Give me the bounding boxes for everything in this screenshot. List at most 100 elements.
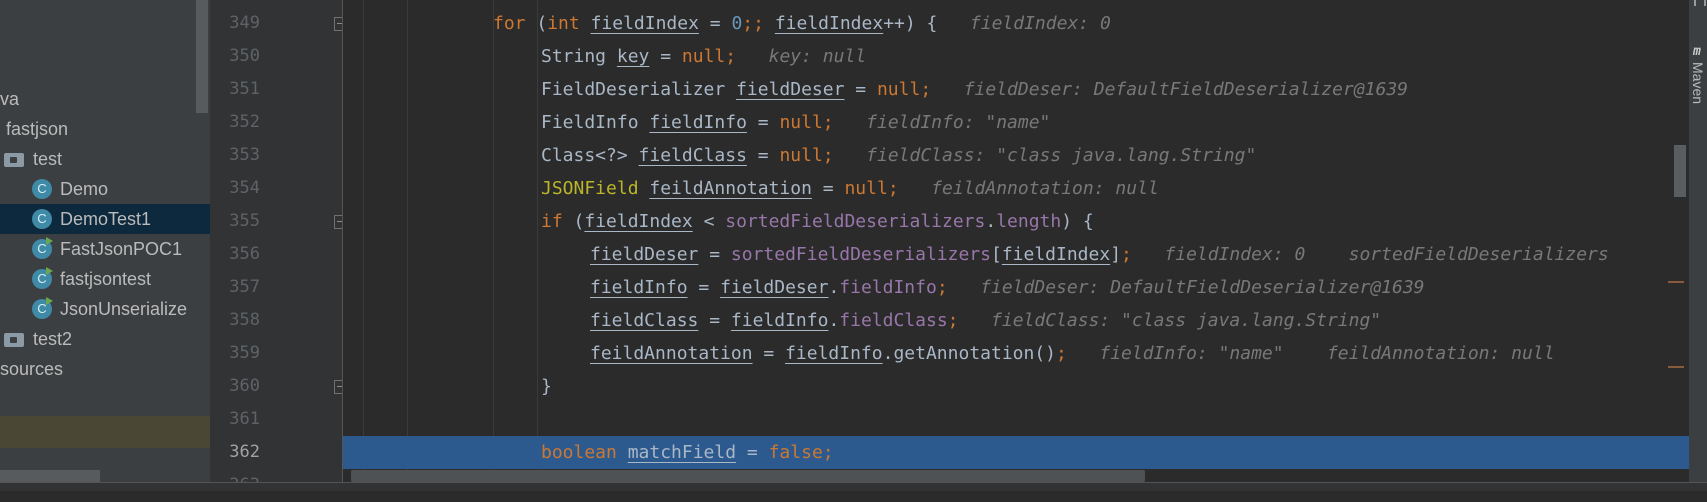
- editor-vertical-scrollbar[interactable]: [1674, 145, 1686, 197]
- line-number[interactable]: 353: [210, 139, 260, 172]
- code-line[interactable]: FieldDeserializer fieldDeser = null; fie…: [343, 73, 1689, 106]
- code-line[interactable]: for (int fieldIndex = 0;; fieldIndex++) …: [343, 7, 1689, 40]
- tree-item-test[interactable]: test: [0, 144, 210, 174]
- code-token: 0: [731, 13, 743, 34]
- tree-item-label: test: [33, 149, 63, 169]
- tree-item-jsonunserialize[interactable]: C JsonUnserialize: [0, 294, 210, 324]
- line-number[interactable]: 358: [210, 304, 260, 337]
- code-token: ;: [822, 442, 834, 463]
- tool-window-icon[interactable]: [1694, 0, 1706, 6]
- line-number[interactable]: 354: [210, 172, 260, 205]
- code-token: matchField: [627, 442, 737, 463]
- error-stripe-mark[interactable]: [1668, 281, 1684, 283]
- code-token: =: [698, 310, 731, 331]
- tree-item-demotest1[interactable]: C DemoTest1: [0, 204, 210, 234]
- line-number[interactable]: 350: [210, 40, 260, 73]
- tree-vertical-scrollbar[interactable]: [196, 0, 208, 113]
- code-token: =: [844, 79, 877, 100]
- line-number[interactable]: 351: [210, 73, 260, 106]
- line-number[interactable]: 352: [210, 106, 260, 139]
- code-token: sortedFieldDeserializers: [725, 211, 986, 232]
- tree-item-fastjsontest[interactable]: Cfastjsontest: [0, 264, 210, 294]
- code-token: null: [779, 112, 823, 133]
- run-marker-icon: [46, 237, 53, 245]
- line-number[interactable]: 360: [210, 370, 260, 403]
- code-token: =: [746, 145, 780, 166]
- inline-debug-value: feildAnnotation: null: [931, 178, 1159, 199]
- code-token: ;: [920, 79, 932, 100]
- tree-item-fastjson[interactable]: fastjson: [0, 114, 210, 144]
- tree-item-fastjsonpoc1[interactable]: C FastJsonPOC1: [0, 234, 210, 264]
- code-token: (: [536, 13, 548, 34]
- folder-icon: [4, 333, 24, 347]
- code-token: length: [996, 211, 1062, 232]
- tree-item-label: fastjson: [6, 119, 69, 139]
- code-token: ) {: [1061, 211, 1094, 232]
- line-number[interactable]: 362: [210, 436, 260, 469]
- inline-debug-value: fieldIndex: 0 sortedFieldDeserializers: [1164, 244, 1609, 265]
- code-token: if: [541, 211, 574, 232]
- tree-item-sources[interactable]: sources: [0, 354, 210, 384]
- code-editor[interactable]: for (int fieldIndex = 0;; fieldIndex++) …: [343, 0, 1689, 490]
- code-line[interactable]: if (fieldIndex < sortedFieldDeserializer…: [343, 205, 1689, 238]
- maven-tool-button[interactable]: Maven: [1690, 62, 1706, 104]
- code-line[interactable]: fieldDeser = sortedFieldDeserializers[fi…: [343, 238, 1689, 271]
- code-line[interactable]: fieldClass = fieldInfo.fieldClass; field…: [343, 304, 1689, 337]
- code-token: =: [811, 178, 845, 199]
- code-line[interactable]: [343, 403, 1689, 436]
- line-number[interactable]: 349: [210, 7, 260, 40]
- error-stripe-mark[interactable]: [1668, 366, 1684, 368]
- code-token: null: [844, 178, 888, 199]
- code-token: fieldIndex: [774, 13, 884, 34]
- code-token: .getAnnotation(): [882, 343, 1057, 364]
- code-token: fieldInfo: [730, 310, 829, 331]
- code-token: ;: [725, 46, 737, 67]
- current-execution-line[interactable]: boolean matchField = false;: [343, 436, 1689, 469]
- code-line[interactable]: String key = null; key: null: [343, 40, 1689, 73]
- tree-item-va[interactable]: va: [0, 84, 210, 114]
- tree-highlight-row: [0, 416, 210, 448]
- code-token: fieldClass: [590, 310, 699, 331]
- line-number[interactable]: 361: [210, 403, 260, 436]
- code-line[interactable]: fieldInfo = fieldDeser.fieldInfo; fieldD…: [343, 271, 1689, 304]
- code-line[interactable]: JSONField feildAnnotation = null; feildA…: [343, 172, 1689, 205]
- inline-debug-value: fieldIndex: 0: [969, 13, 1111, 34]
- editor-horizontal-scrollbar[interactable]: [351, 470, 1145, 482]
- runnable-class-icon: C: [32, 237, 53, 259]
- code-token: ;;: [742, 13, 764, 34]
- code-token: .: [828, 277, 840, 298]
- tree-item-test2[interactable]: test2: [0, 324, 210, 354]
- tree-item-label: sources: [0, 359, 64, 379]
- line-number[interactable]: 359: [210, 337, 260, 370]
- code-token: =: [698, 244, 731, 265]
- code-token: (: [573, 211, 585, 232]
- code-line[interactable]: FieldInfo fieldInfo = null; fieldInfo: "…: [343, 106, 1689, 139]
- line-number[interactable]: 357: [210, 271, 260, 304]
- code-token: .: [828, 310, 840, 331]
- code-token: fieldInfo: [839, 277, 937, 298]
- tree-item-label: FastJsonPOC1: [60, 239, 183, 259]
- tree-horizontal-scrollbar[interactable]: [0, 470, 100, 482]
- inline-debug-value: fieldInfo: "name" feildAnnotation: null: [1099, 343, 1555, 364]
- maven-icon[interactable]: m: [1693, 45, 1707, 58]
- code-token: FieldDeserializer: [541, 79, 737, 100]
- line-number[interactable]: 355: [210, 205, 260, 238]
- code-token: <: [692, 211, 726, 232]
- code-line[interactable]: }: [343, 370, 1689, 403]
- code-line[interactable]: Class<?> fieldClass = null; fieldClass: …: [343, 139, 1689, 172]
- code-line[interactable]: feildAnnotation = fieldInfo.getAnnotatio…: [343, 337, 1689, 370]
- code-token: ;: [947, 310, 959, 331]
- code-token: JSONField: [541, 178, 650, 199]
- runnable-class-icon: C: [32, 297, 53, 319]
- code-token: for: [493, 13, 537, 34]
- code-token: =: [649, 46, 682, 67]
- tree-item-label: Demo: [60, 179, 109, 199]
- tree-item-demo[interactable]: C Demo: [0, 174, 210, 204]
- code-token: boolean: [541, 442, 628, 463]
- line-number[interactable]: 356: [210, 238, 260, 271]
- code-token: fieldDeser: [736, 79, 845, 100]
